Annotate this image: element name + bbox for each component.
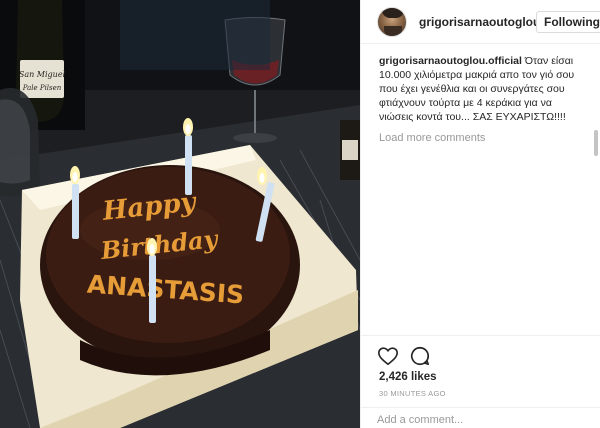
post-caption: grigorisarnaoutoglou.official Όταν είσαι… <box>379 54 589 124</box>
post-sidebar: grigorisarnaoutoglou Following grigorisa… <box>360 0 600 428</box>
username-link[interactable]: grigorisarnaoutoglou <box>419 15 540 29</box>
comment-icon[interactable] <box>409 345 431 367</box>
post-header: grigorisarnaoutoglou Following <box>361 0 600 44</box>
post-actions: 2,426 likes 30 MINUTES AGO <box>361 335 600 428</box>
following-button[interactable]: Following <box>536 11 600 33</box>
avatar[interactable] <box>377 7 407 37</box>
likes-count[interactable]: 2,426 likes <box>379 371 437 383</box>
cake-photo-illustration: San Miguel Pale Pilsen Happy Birthday AN… <box>0 0 360 428</box>
bottle-label-2: Pale Pilsen <box>22 84 62 92</box>
load-more-comments-link[interactable]: Load more comments <box>379 132 485 144</box>
add-comment-input[interactable] <box>377 414 587 426</box>
post-timestamp: 30 MINUTES AGO <box>379 389 446 398</box>
add-comment-bar <box>361 407 600 428</box>
heart-icon[interactable] <box>377 345 399 367</box>
bottle-label-1: San Miguel <box>19 70 66 79</box>
comments-scrollbar[interactable] <box>594 130 598 156</box>
post-photo[interactable]: San Miguel Pale Pilsen Happy Birthday AN… <box>0 0 360 428</box>
caption-username-link[interactable]: grigorisarnaoutoglou.official <box>379 55 522 67</box>
